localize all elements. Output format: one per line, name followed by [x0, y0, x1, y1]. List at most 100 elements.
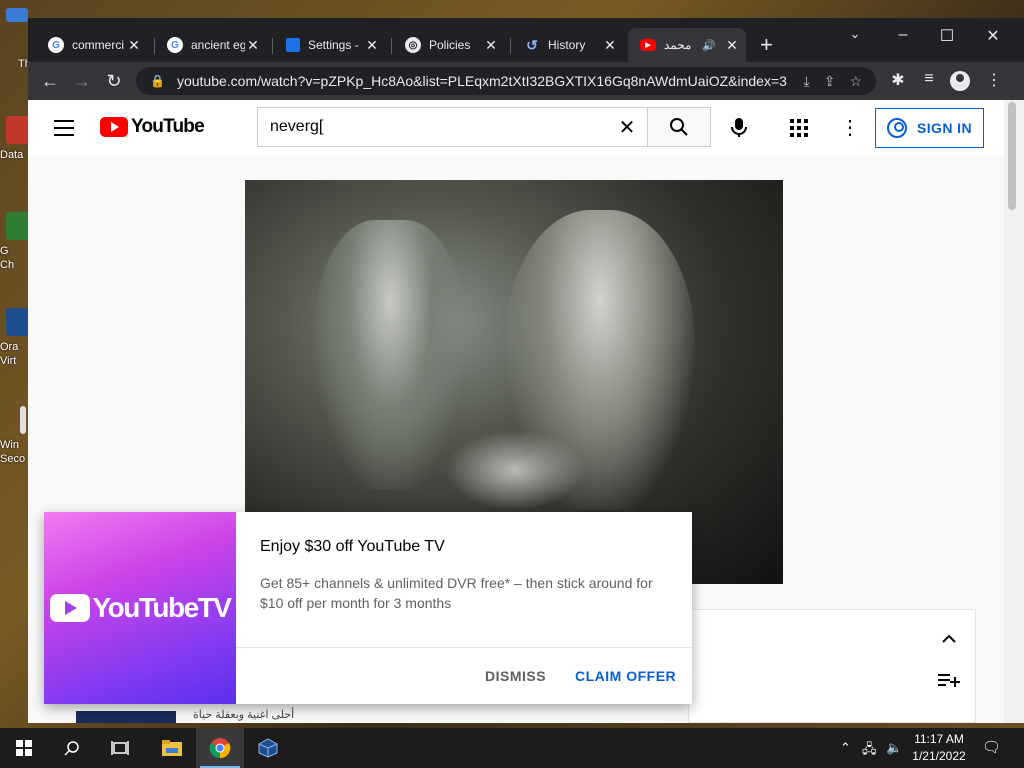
scrollbar-thumb[interactable] — [1008, 102, 1016, 210]
video-frame-figure — [315, 220, 465, 490]
close-icon[interactable]: ✕ — [245, 37, 261, 54]
network-icon[interactable]: 🖧 — [862, 740, 877, 762]
search-input[interactable]: neverg[ ✕ — [257, 107, 648, 147]
clear-search-icon[interactable]: ✕ — [607, 115, 647, 140]
playlist-item-thumbnail[interactable] — [76, 711, 176, 723]
url-text: youtube.com/watch?v=pZPKp_Hc8Ao&list=PLE… — [176, 73, 787, 89]
window-close-button[interactable]: ✕ — [978, 26, 1008, 46]
extensions-puzzle-icon[interactable]: ✱ — [886, 70, 910, 90]
close-icon[interactable]: ✕ — [126, 37, 142, 54]
volume-muted-icon[interactable]: 🔈 — [886, 740, 902, 756]
youtube-wordmark: YouTube — [131, 116, 205, 137]
share-icon[interactable]: ⇪ — [824, 73, 836, 90]
desktop-icon-label: Data — [0, 149, 24, 161]
desktop-icon-label: G — [0, 245, 9, 257]
system-clock[interactable]: 11:17 AM 1/21/2022 — [908, 731, 970, 765]
desktop-icon-windows-security[interactable]: Win Seco — [0, 406, 30, 466]
youtube-play-icon — [100, 117, 128, 137]
desktop-icon-label: Virt — [0, 355, 17, 367]
chrome-shortcut-icon — [6, 212, 30, 240]
tab-history[interactable]: ↺ History ✕ — [512, 28, 624, 62]
maximize-button[interactable]: ☐ — [932, 26, 962, 46]
search-input-value: neverg[ — [270, 118, 324, 135]
youtube-tv-wordmark: YouTubeTV — [92, 592, 232, 623]
back-arrow-icon[interactable]: ← — [39, 71, 61, 91]
promo-body: Get 85+ channels & unlimited DVR free* –… — [260, 575, 653, 611]
search-taskbar-button[interactable] — [48, 728, 96, 768]
bookmark-star-icon[interactable]: ☆ — [849, 73, 862, 90]
desktop-icon-label: Win — [0, 439, 19, 451]
youtube-tv-play-icon — [49, 594, 90, 622]
profile-avatar-icon[interactable] — [950, 71, 970, 91]
desktop-icon-partial[interactable] — [0, 8, 30, 26]
youtube-logo[interactable]: YouTube — [100, 116, 205, 138]
search-icon — [64, 741, 79, 756]
google-icon: G — [48, 37, 64, 53]
search-button[interactable] — [647, 107, 711, 147]
virtualbox-taskbar[interactable] — [244, 728, 292, 768]
chevron-up-icon[interactable] — [942, 632, 956, 646]
page-scrollbar[interactable] — [1004, 100, 1024, 723]
playlist-add-icon[interactable] — [938, 672, 960, 688]
tab-label: History — [548, 38, 586, 52]
minimize-button[interactable]: – — [888, 26, 918, 44]
promo-image: YouTubeTV — [44, 512, 236, 704]
file-explorer-taskbar[interactable] — [148, 728, 196, 768]
folder-icon — [6, 8, 28, 22]
playlist-item-title[interactable]: أحلى اغنية وبعقلة حياة — [193, 708, 294, 721]
data-app-icon — [6, 116, 30, 144]
dismiss-button[interactable]: DISMISS — [485, 668, 546, 684]
reload-icon[interactable]: ↻ — [103, 71, 125, 91]
shield-icon — [20, 406, 26, 434]
windows-logo-icon — [16, 740, 32, 756]
media-control-icon[interactable]: ≡ — [917, 70, 941, 88]
apps-grid-icon[interactable] — [790, 119, 808, 137]
youtube-header: YouTube neverg[ ✕ ⋮ SIGN IN — [28, 100, 1024, 156]
virtualbox-icon — [6, 308, 30, 336]
tab-policies[interactable]: ◎ Policies ✕ — [393, 28, 505, 62]
address-bar[interactable]: 🔒 youtube.com/watch?v=pZPKp_Hc8Ao&list=P… — [136, 67, 876, 95]
youtube-tv-logo: YouTubeTV — [49, 592, 232, 624]
forward-arrow-icon[interactable]: → — [71, 71, 93, 91]
tab-separator — [391, 38, 392, 54]
sign-in-button[interactable]: SIGN IN — [875, 108, 984, 148]
windows-taskbar: ⌃ 🖧 🔈 11:17 AM 1/21/2022 🗨 — [0, 728, 1024, 768]
microphone-icon[interactable] — [728, 116, 750, 138]
chrome-taskbar[interactable] — [196, 728, 244, 768]
task-view-button[interactable] — [96, 728, 144, 768]
tab-settings[interactable]: Settings - ✕ — [274, 28, 386, 62]
desktop-icon-data[interactable]: Data — [0, 116, 30, 162]
clock-date: 1/21/2022 — [912, 749, 966, 763]
notification-icon[interactable]: 🗨 — [982, 738, 1001, 756]
tab-ancient-egypt[interactable]: G ancient eg ✕ — [155, 28, 267, 62]
tab-label: Policies — [429, 38, 471, 52]
hamburger-menu-icon[interactable] — [54, 120, 74, 141]
speaker-icon[interactable]: 🔊 — [702, 39, 716, 52]
close-icon[interactable]: ✕ — [602, 37, 618, 54]
close-icon[interactable]: ✕ — [724, 37, 740, 54]
close-icon[interactable]: ✕ — [364, 37, 380, 54]
browser-toolbar: ← → ↻ 🔒 youtube.com/watch?v=pZPKp_Hc8Ao&… — [28, 62, 1024, 100]
tab-separator — [272, 38, 273, 54]
desktop-icon-label: Ora — [0, 341, 19, 353]
tab-youtube-active[interactable]: ▶ محمد 🔊 ✕ — [628, 28, 746, 62]
tab-commercial[interactable]: G commerci ✕ — [36, 28, 148, 62]
virtualbox-icon — [258, 738, 278, 758]
install-app-icon[interactable]: ⤓ — [804, 73, 810, 90]
google-icon: G — [167, 37, 183, 53]
claim-offer-button[interactable]: CLAIM OFFER — [575, 668, 676, 684]
chrome-menu-icon[interactable]: ⋮ — [982, 70, 1006, 90]
close-icon[interactable]: ✕ — [483, 37, 499, 54]
tab-label: commerci — [72, 38, 125, 52]
more-options-icon[interactable]: ⋮ — [840, 116, 860, 140]
tray-overflow-chevron-icon[interactable]: ⌃ — [840, 740, 851, 756]
desktop-icon-chrome[interactable]: G Ch — [0, 212, 30, 272]
lock-icon[interactable]: 🔒 — [150, 74, 165, 88]
playlist-panel — [688, 609, 976, 723]
settings-grid-icon — [286, 38, 300, 52]
start-button[interactable] — [0, 728, 48, 768]
new-tab-button[interactable]: + — [760, 34, 773, 56]
tab-search-chevron-icon[interactable]: ⌄ — [840, 26, 870, 42]
desktop-icon-oracle-vm[interactable]: Ora Virt — [0, 308, 30, 368]
clock-time: 11:17 AM — [914, 732, 964, 746]
